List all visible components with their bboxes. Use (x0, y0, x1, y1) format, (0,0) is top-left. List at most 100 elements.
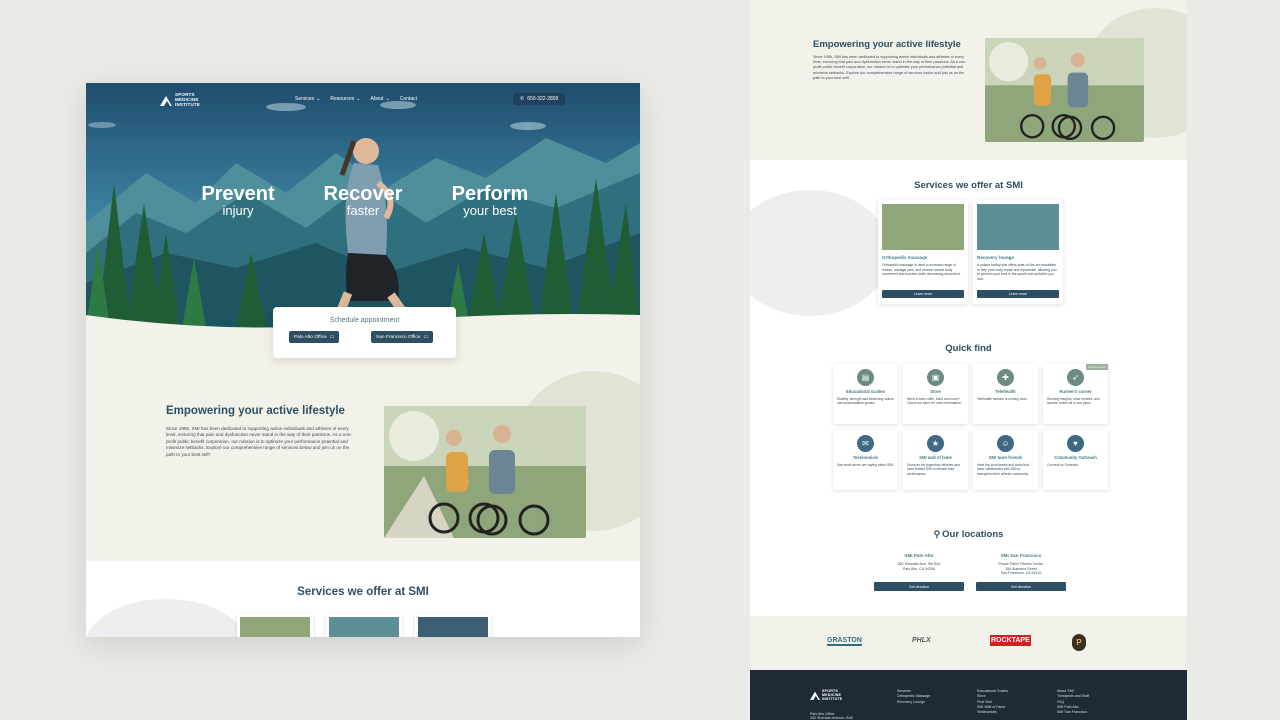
trophy-icon: ★ (927, 435, 944, 452)
quick-find-wall-of-fame[interactable]: ★ SMI wall of fame Discover the legendar… (903, 430, 968, 490)
nav-contact-label: Contact (399, 96, 418, 102)
quick-find-educational-guides[interactable]: ▤ Educational Guides Mobility, strength … (833, 364, 898, 424)
locations-title: ⚲ Our locations (750, 529, 1187, 540)
quick-find-telehealth[interactable]: ✚ Telehealth Telehealth session is comin… (973, 364, 1038, 424)
hero-recover: Recover faster (320, 184, 406, 218)
hero-recover-sub: faster (346, 203, 380, 218)
empower-title: Empowering your active lifestyle (166, 405, 345, 417)
quick-find-card-title: Store (930, 389, 941, 394)
decorative-blob (86, 599, 246, 637)
empower-text: Since 1996, SMI has been dedicated to su… (166, 426, 352, 457)
hero-recover-main: Recover (323, 183, 403, 205)
footer-col-resources: Educational Guides Store First Visit SMI… (977, 689, 1008, 715)
services-section: Services we offer at SMI (86, 561, 640, 637)
footer-col-services: Services Orthopedic Massage Recovery Lou… (897, 689, 930, 705)
service-card-orthopedic: Orthopedic massage Orthopedic massage is… (878, 200, 968, 304)
smi-logo[interactable]: SPORTS MEDICINE INSTITUTE (160, 92, 205, 107)
quick-find-card-title: Educational Guides (845, 389, 886, 394)
quick-find-card-title: Community Outreach (1054, 455, 1097, 460)
service-card-orthopedic[interactable] (237, 614, 313, 637)
partner-logo-rocktape: ROCKTAPE (990, 635, 1031, 646)
phone-button[interactable]: ✆ 650-322-2809 (513, 93, 566, 105)
quick-find-card-text: Meet the local teams and clubs that have… (977, 463, 1029, 476)
learn-more-button[interactable]: Learn more (977, 290, 1059, 298)
quick-find-title: Quick find (945, 343, 992, 354)
footer-link[interactable]: Orthopedic Massage (897, 694, 930, 699)
calendar-icon: ▭ (423, 334, 428, 340)
partners-strip: GRASTON PHLX ROCKTAPE P (750, 616, 1187, 670)
partner-logo-phlx: PHLX (912, 637, 931, 644)
palo-alto-office-label: Palo Alto Office (294, 334, 327, 340)
quick-find-card-text: Running insights, shoe reviews, and favo… (1047, 397, 1100, 406)
san-francisco-office-label: San Francisco Office (376, 334, 421, 340)
quick-find-card-text: Connect by Outreach. (1047, 463, 1080, 467)
schedule-card: Schedule appointment Palo Alto Office ▭ … (273, 307, 456, 358)
service-card-recovery[interactable] (326, 614, 402, 637)
hero-prevent-main: Prevent (201, 183, 275, 205)
service-card-title: Recovery lounge (977, 255, 1015, 260)
calendar-icon: ▭ (329, 334, 335, 340)
service-card-title: Orthopedic massage (882, 255, 928, 260)
fullpage-mockup: Empowering your active lifestyle Since 1… (750, 0, 1187, 720)
phone-icon: ✆ (520, 96, 525, 102)
quick-find-card-title: SMI team friends (988, 455, 1023, 460)
hero-section: SPORTS MEDICINE INSTITUTE Services ⌄ Reso… (86, 83, 640, 333)
footer-logo[interactable]: SPORTS MEDICINE INSTITUTE (810, 689, 848, 702)
get-direction-button[interactable]: Get direction (874, 582, 964, 591)
quick-find-card-title: Runner's corner (1059, 389, 1092, 394)
logo-text: SPORTS MEDICINE INSTITUTE (175, 92, 201, 107)
homepage-mockup: SPORTS MEDICINE INSTITUTE Services ⌄ Reso… (86, 83, 640, 637)
quick-find-team-friends[interactable]: ☺ SMI team friends Meet the local teams … (973, 430, 1038, 490)
cyclists-photo (384, 406, 586, 538)
mountain-logo-icon (160, 95, 172, 106)
nav-about[interactable]: About ⌄ (371, 96, 390, 102)
empower-text: Since 1996, SMI has been dedicated to su… (813, 55, 967, 80)
top-nav: SPORTS MEDICINE INSTITUTE Services ⌄ Reso… (86, 89, 640, 111)
service-card-third[interactable] (415, 614, 491, 637)
hero-perform: Perform your best (444, 184, 536, 218)
footer-link[interactable]: Therapists and Staff (1057, 694, 1089, 699)
quick-find-store[interactable]: ▣ Store Need a foam roller, band and mor… (903, 364, 968, 424)
store-icon: ▣ (927, 369, 944, 386)
empower-section: Empowering your active lifestyle Since 1… (86, 307, 640, 561)
cyclists-image (384, 406, 586, 538)
service-card-text: Orthopedic massage is used to increase r… (882, 263, 961, 277)
nav-resources[interactable]: Resources ⌄ (330, 96, 360, 102)
palo-alto-office-button[interactable]: Palo Alto Office ▭ (289, 331, 340, 343)
decorative-blob (750, 190, 890, 316)
get-direction-button[interactable]: Get direction (976, 582, 1066, 591)
quick-find-card-text: Mobility, strength and stretching videos… (837, 397, 894, 406)
learn-more-button[interactable]: Learn more (882, 290, 964, 298)
nav-about-label: About (370, 96, 384, 102)
location-pin-icon: ⚲ (933, 529, 941, 539)
cyclists-photo (985, 38, 1144, 142)
partner-logo-p: P (1072, 634, 1086, 651)
location-san-francisco: SMI San Francisco Purple Patch Fitness C… (976, 553, 1066, 591)
quick-find-card-text: See what others are saying about SMI. (837, 463, 894, 467)
cyclists-image (985, 38, 1144, 142)
quick-find-card-title: SMI wall of fame (919, 455, 952, 460)
footer-link[interactable]: SMI San Francisco (1057, 710, 1089, 715)
footer-address: Palo Alto Office 260 Sheridan Avenue, B4… (810, 712, 853, 720)
quick-find-card-title: Testimonials (852, 455, 879, 460)
quick-find-card-title: Telehealth (995, 389, 1016, 394)
nav-contact[interactable]: Contact (400, 96, 417, 102)
quick-find-runners-corner[interactable]: Coming soon ➶ Runner's corner Running in… (1043, 364, 1108, 424)
san-francisco-office-button[interactable]: San Francisco Office ▭ (371, 331, 433, 343)
footer-link[interactable]: Recovery Lounge (897, 700, 930, 705)
location-name: SMI Palo Alto (904, 553, 934, 558)
coming-soon-badge: Coming soon (1086, 364, 1108, 370)
footer-logo-text: SPORTS MEDICINE INSTITUTE (822, 689, 843, 702)
empower-title: Empowering your active lifestyle (813, 39, 961, 50)
hero-perform-main: Perform (451, 183, 529, 205)
footer-link[interactable]: Testimonials (977, 710, 1008, 715)
quick-find-community-outreach[interactable]: ♥ Community Outreach Connect by Outreach… (1043, 430, 1108, 490)
book-icon: ▤ (857, 369, 874, 386)
hero-prevent-sub: injury (222, 203, 254, 218)
quick-find-card-text: Need a foam roller, band and more? Check… (907, 397, 962, 406)
nav-services[interactable]: Services ⌄ (295, 96, 320, 102)
service-card-recovery: Recovery lounge A unique facility that o… (973, 200, 1063, 304)
telehealth-icon: ✚ (997, 369, 1014, 386)
quick-find-testimonials[interactable]: ✉ Testimonials See what others are sayin… (833, 430, 898, 490)
service-illustration (418, 617, 488, 637)
